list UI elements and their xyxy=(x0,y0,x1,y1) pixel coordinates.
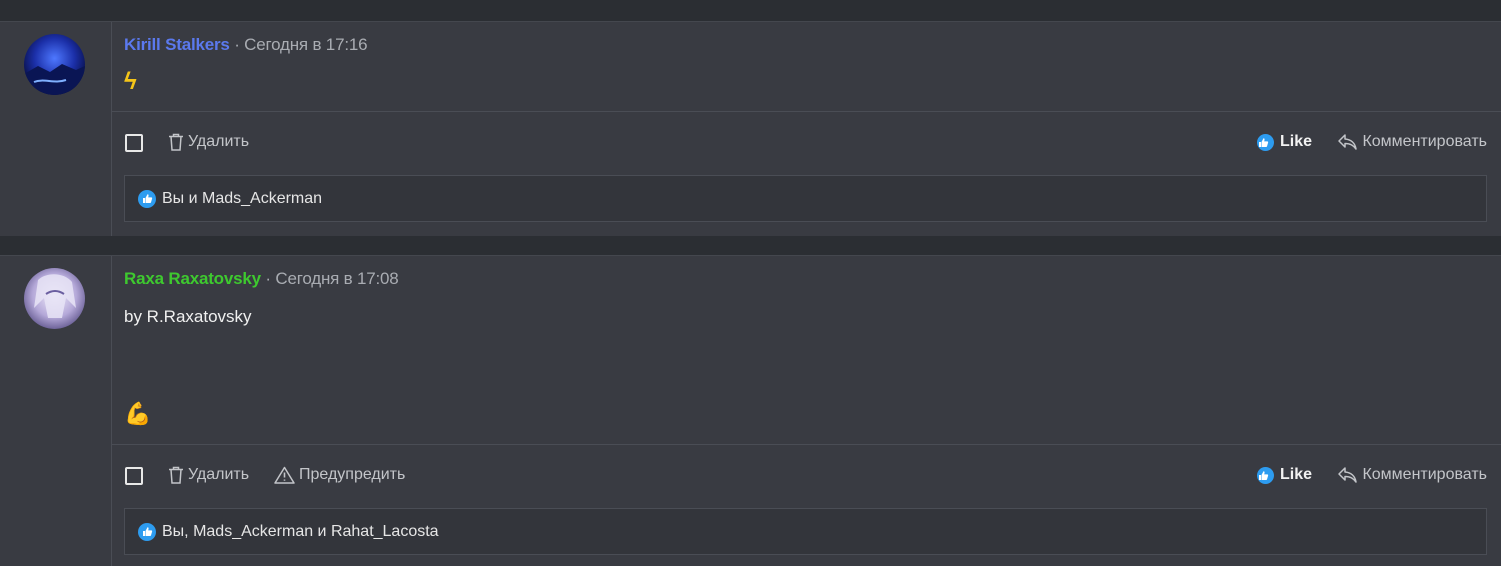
divider xyxy=(112,111,1501,112)
like-button[interactable]: Like xyxy=(1256,466,1312,484)
delete-label: Удалить xyxy=(188,466,250,483)
post-body: Raxa Raxatovsky · Сегодня в 17:08 by R.R… xyxy=(112,256,1501,566)
trash-icon xyxy=(169,133,183,151)
reply-icon xyxy=(1338,467,1358,483)
post-header: Kirill Stalkers · Сегодня в 17:16 xyxy=(124,35,368,55)
delete-button[interactable]: Удалить xyxy=(168,466,249,484)
post-actions: Удалить Like Комментировать xyxy=(124,129,1487,157)
thumbs-up-icon xyxy=(138,522,156,541)
post-sidebar xyxy=(0,22,112,236)
post-timestamp[interactable]: · Сегодня в 17:08 xyxy=(261,269,398,288)
warning-icon xyxy=(274,466,295,484)
trash-icon xyxy=(169,466,183,484)
thumbs-up-icon xyxy=(1256,133,1274,151)
divider xyxy=(112,444,1501,445)
post-item: Kirill Stalkers · Сегодня в 17:16 ϟ Удал… xyxy=(0,21,1501,236)
post-content-emoji: 💪 xyxy=(124,401,152,426)
post-item: Raxa Raxatovsky · Сегодня в 17:08 by R.R… xyxy=(0,255,1501,566)
post-actions: Удалить Предупредить Like Комментировать xyxy=(124,462,1487,490)
warn-label: Предупредить xyxy=(299,466,406,483)
thumbs-up-icon xyxy=(138,189,156,208)
post-content-lightning: ϟ xyxy=(124,68,137,95)
likes-text: Вы и Mads_Ackerman xyxy=(162,189,323,207)
thumbs-up-icon xyxy=(1256,466,1274,484)
likes-summary[interactable]: Вы и Mads_Ackerman xyxy=(124,175,1487,222)
comment-button[interactable]: Комментировать xyxy=(1337,466,1487,484)
avatar-image xyxy=(24,34,85,95)
post-body: Kirill Stalkers · Сегодня в 17:16 ϟ Удал… xyxy=(112,22,1501,236)
select-checkbox[interactable] xyxy=(125,467,143,485)
delete-button[interactable]: Удалить xyxy=(168,133,249,151)
post-sidebar xyxy=(0,256,112,566)
comment-label: Комментировать xyxy=(1362,133,1487,150)
delete-label: Удалить xyxy=(188,133,250,150)
like-button[interactable]: Like xyxy=(1256,133,1312,151)
warn-button[interactable]: Предупредить xyxy=(274,466,405,484)
post-header: Raxa Raxatovsky · Сегодня в 17:08 xyxy=(124,269,399,289)
post-timestamp[interactable]: · Сегодня в 17:16 xyxy=(230,35,367,54)
comment-label: Комментировать xyxy=(1362,466,1487,483)
author-link[interactable]: Kirill Stalkers xyxy=(124,35,230,54)
author-link[interactable]: Raxa Raxatovsky xyxy=(124,269,261,288)
post-content-text: by R.Raxatovsky xyxy=(124,307,252,326)
reply-icon xyxy=(1338,134,1358,150)
avatar-image xyxy=(24,268,85,329)
comment-button[interactable]: Комментировать xyxy=(1337,133,1487,151)
avatar[interactable] xyxy=(24,268,85,329)
avatar[interactable] xyxy=(24,34,85,95)
likes-text: Вы, Mads_Ackerman и Rahat_Lacosta xyxy=(162,522,439,540)
select-checkbox[interactable] xyxy=(125,134,143,152)
likes-summary[interactable]: Вы, Mads_Ackerman и Rahat_Lacosta xyxy=(124,508,1487,555)
like-label: Like xyxy=(1279,466,1312,483)
like-label: Like xyxy=(1279,133,1312,150)
